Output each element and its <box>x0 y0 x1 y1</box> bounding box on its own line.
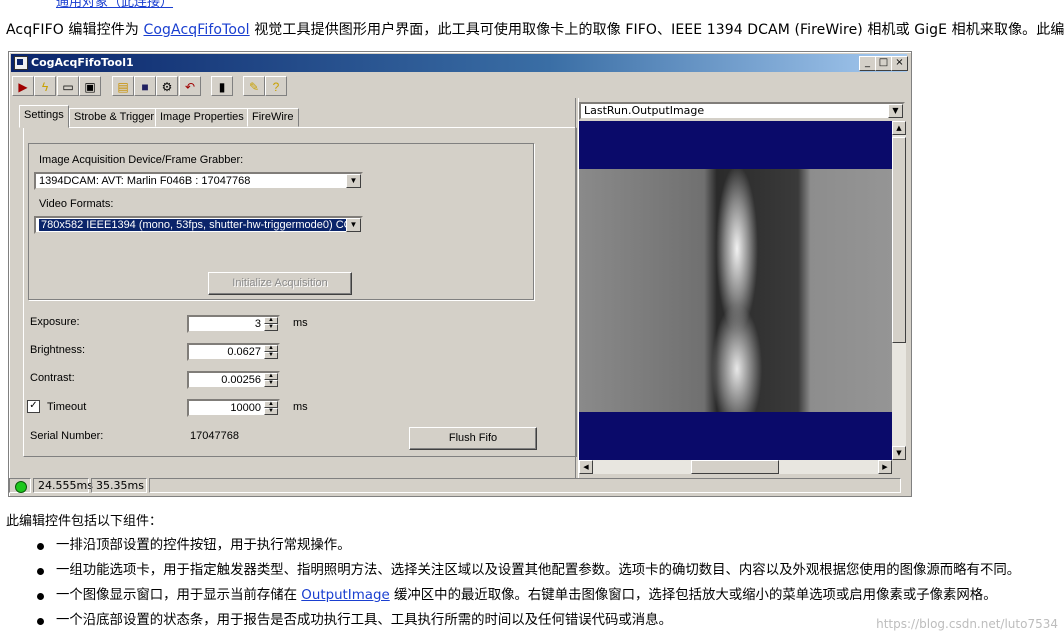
status-time-1: 24.555ms <box>33 478 93 493</box>
cogacqfifotool-link[interactable]: CogAcqFifoTool <box>143 22 249 38</box>
device-label: Image Acquisition Device/Frame Grabber: <box>39 154 244 166</box>
list-item-text: 一个图像显示窗口，用于显示当前存储在 <box>56 588 302 603</box>
brightness-label: Brightness: <box>30 344 86 356</box>
timeout-checkbox[interactable]: ✓ <box>27 400 40 413</box>
contrast-stepper[interactable]: 0.00256 ▲ ▼ <box>187 371 280 389</box>
save-icon[interactable]: ■ <box>134 76 156 96</box>
list-item: 一个沿底部设置的状态条，用于报告是否成功执行工具、工具执行所需的时间以及任何错误… <box>0 608 1020 633</box>
scroll-up-icon[interactable]: ▲ <box>892 121 906 135</box>
list-item-text: 缓冲区中的最近取像。右键单击图像窗口，选择包括放大或缩小的菜单选项或启用像素或子… <box>389 588 997 603</box>
intro-text-before: AcqFIFO 编辑控件为 <box>6 22 144 38</box>
formats-label: Video Formats: <box>39 198 114 210</box>
top-link[interactable]: 通用对象（此连接） <box>56 0 173 10</box>
spin-up-icon[interactable]: ▲ <box>264 345 278 352</box>
tab-settings[interactable]: Settings <box>19 105 69 128</box>
spin-up-icon[interactable]: ▲ <box>264 373 278 380</box>
brightness-value: 0.0627 <box>227 346 261 358</box>
scroll-right-icon[interactable]: ▶ <box>878 460 892 474</box>
chevron-down-icon[interactable]: ▼ <box>888 104 903 118</box>
contrast-label: Contrast: <box>30 372 75 384</box>
contrast-value: 0.00256 <box>221 374 261 386</box>
list-item: 一组功能选项卡，用于指定触发器类型、指明照明方法、选择关注区域以及设置其他配置参… <box>0 558 1020 583</box>
exposure-stepper[interactable]: 3 ▲ ▼ <box>187 315 280 333</box>
acquired-image[interactable] <box>579 169 892 412</box>
formats-select[interactable]: 780x582 IEEE1394 (mono, 53fps, shutter-h… <box>34 216 363 234</box>
horizontal-scroll-thumb[interactable] <box>691 460 779 474</box>
outputimage-link[interactable]: OutputImage <box>301 588 389 603</box>
summary-text: 此编辑控件包括以下组件： <box>6 514 163 529</box>
exposure-label: Exposure: <box>30 316 80 328</box>
minimize-button[interactable]: _ <box>859 56 876 71</box>
tab-strobe-trigger[interactable]: Strobe & Trigger <box>69 108 160 127</box>
device-select[interactable]: 1394DCAM: AVT: Marlin F046B : 17047768 ▼ <box>34 172 363 190</box>
exposure-value: 3 <box>254 318 261 330</box>
serial-number-label: Serial Number: <box>30 430 104 442</box>
close-button[interactable]: × <box>891 56 908 71</box>
status-led-icon <box>15 481 27 493</box>
status-time-2: 35.35ms <box>91 478 147 493</box>
status-bar: 24.555ms 35.35ms <box>8 478 908 494</box>
status-message <box>149 478 901 493</box>
spin-up-icon[interactable]: ▲ <box>264 401 278 408</box>
spin-up-icon[interactable]: ▲ <box>264 317 278 324</box>
chevron-down-icon[interactable]: ▼ <box>346 218 361 232</box>
camera-icon[interactable]: ▭ <box>57 76 79 96</box>
device-value: 1394DCAM: AVT: Marlin F046B : 17047768 <box>39 175 251 187</box>
list-item: 一排沿顶部设置的控件按钮，用于执行常规操作。 <box>0 533 1020 558</box>
timeout-stepper[interactable]: 10000 ▲ ▼ <box>187 399 280 417</box>
vertical-scroll-thumb[interactable] <box>892 137 906 343</box>
help-icon[interactable]: ? <box>265 76 287 96</box>
edit-icon[interactable]: ✎ <box>243 76 265 96</box>
maximize-button[interactable]: □ <box>875 56 892 71</box>
spin-down-icon[interactable]: ▼ <box>264 380 278 387</box>
scroll-down-icon[interactable]: ▼ <box>892 446 906 460</box>
spin-down-icon[interactable]: ▼ <box>264 324 278 331</box>
image-selector[interactable]: LastRun.OutputImage ▼ <box>579 102 905 120</box>
window-title: CogAcqFifoTool1 <box>31 56 134 69</box>
acquisition-group: Image Acquisition Device/Frame Grabber: … <box>28 143 534 300</box>
formats-value: 780x582 IEEE1394 (mono, 53fps, shutter-h… <box>39 219 361 231</box>
app-icon <box>14 56 28 70</box>
list-item: 一个图像显示窗口，用于显示当前存储在 OutputImage 缓冲区中的最近取像… <box>0 583 1020 608</box>
serial-number-value: 17047768 <box>190 430 239 442</box>
timeout-label: Timeout <box>47 401 87 413</box>
exposure-unit: ms <box>293 317 308 329</box>
spin-down-icon[interactable]: ▼ <box>264 408 278 415</box>
timeout-unit: ms <box>293 401 308 413</box>
electric-icon[interactable]: ϟ <box>34 76 56 96</box>
vertical-scrollbar[interactable]: ▲ ▼ <box>892 121 906 460</box>
tab-image-properties[interactable]: Image Properties <box>155 108 249 127</box>
initialize-acquisition-button[interactable]: Initialize Acquisition <box>208 272 352 295</box>
image-selector-value: LastRun.OutputImage <box>584 104 705 117</box>
intro-text-after: 视觉工具提供图形用户界面，此工具可使用取像卡上的取像 FIFO、IEEE 139… <box>249 22 1064 38</box>
title-bar[interactable]: CogAcqFifoTool1 _ □ × <box>11 54 908 72</box>
display-icon[interactable]: ▮ <box>211 76 233 96</box>
flush-fifo-button[interactable]: Flush Fifo <box>409 427 537 450</box>
settings-icon[interactable]: ⚙ <box>156 76 178 96</box>
tab-firewire[interactable]: FireWire <box>247 108 299 127</box>
run-icon[interactable]: ▶ <box>12 76 34 96</box>
spin-down-icon[interactable]: ▼ <box>264 352 278 359</box>
chevron-down-icon[interactable]: ▼ <box>346 174 361 188</box>
watermark: https://blog.csdn.net/luto7534 <box>876 617 1058 631</box>
open-folder-icon[interactable]: ▤ <box>112 76 134 96</box>
intro-paragraph: AcqFIFO 编辑控件为 CogAcqFifoTool 视觉工具提供图形用户界… <box>6 19 1064 39</box>
brightness-stepper[interactable]: 0.0627 ▲ ▼ <box>187 343 280 361</box>
horizontal-scrollbar[interactable]: ◀ ▶ <box>579 460 892 474</box>
status-indicator <box>9 478 31 493</box>
image-icon[interactable]: ▣ <box>79 76 101 96</box>
scroll-left-icon[interactable]: ◀ <box>579 460 593 474</box>
component-list: 一排沿顶部设置的控件按钮，用于执行常规操作。 一组功能选项卡，用于指定触发器类型… <box>0 533 1020 633</box>
reset-icon[interactable]: ↶ <box>179 76 201 96</box>
timeout-value: 10000 <box>230 402 261 414</box>
image-display[interactable] <box>579 121 892 460</box>
